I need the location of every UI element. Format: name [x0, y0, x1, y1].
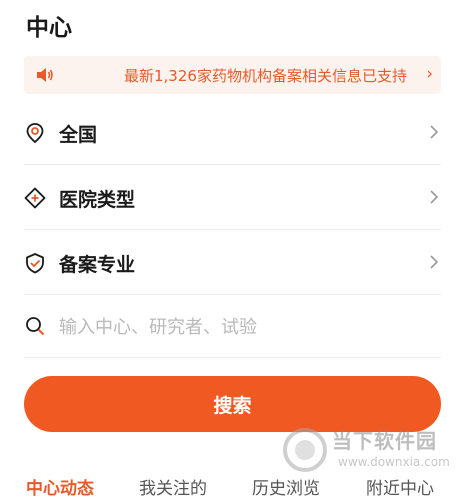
chevron-right-icon [430, 125, 439, 139]
search-input[interactable]: 输入中心、研究者、试验 [59, 313, 257, 339]
filter-label: 备案专业 [59, 254, 136, 276]
shield-check-icon [26, 253, 44, 274]
notice-text: 最新1,326家药物机构备案相关信息已支持 [124, 67, 407, 85]
tab-history[interactable]: 历史浏览 [252, 474, 320, 499]
hospital-cross-icon [24, 187, 46, 209]
chevron-right-icon [430, 190, 439, 204]
tab-nearby[interactable]: 附近中心 [366, 474, 434, 499]
tab-center-news[interactable]: 中心动态 [26, 474, 94, 499]
tab-following[interactable]: 我关注的 [139, 474, 207, 499]
notice-arrow-icon: › [426, 64, 433, 84]
filter-label: 医院类型 [59, 189, 136, 211]
location-pin-icon [26, 123, 44, 144]
tab-bar: 中心动态 我关注的 历史浏览 附近中心 [0, 470, 471, 499]
chevron-right-icon [430, 255, 439, 269]
filter-specialty[interactable]: 备案专业 [24, 230, 441, 295]
speaker-icon [37, 68, 53, 82]
search-field[interactable]: 输入中心、研究者、试验 [24, 293, 441, 358]
watermark-url: www.downxia.com [338, 455, 450, 469]
notice-banner[interactable]: 最新1,326家药物机构备案相关信息已支持 › [24, 56, 441, 94]
watermark-logo-icon [283, 428, 327, 472]
search-icon [26, 317, 45, 336]
filter-hospital-type[interactable]: 医院类型 [24, 165, 441, 230]
page-title: 中心 [26, 15, 72, 41]
search-button[interactable]: 搜索 [24, 376, 441, 432]
filter-region[interactable]: 全国 [24, 100, 441, 165]
filter-label: 全国 [59, 124, 98, 146]
watermark-title: 当下软件园 [332, 429, 437, 453]
